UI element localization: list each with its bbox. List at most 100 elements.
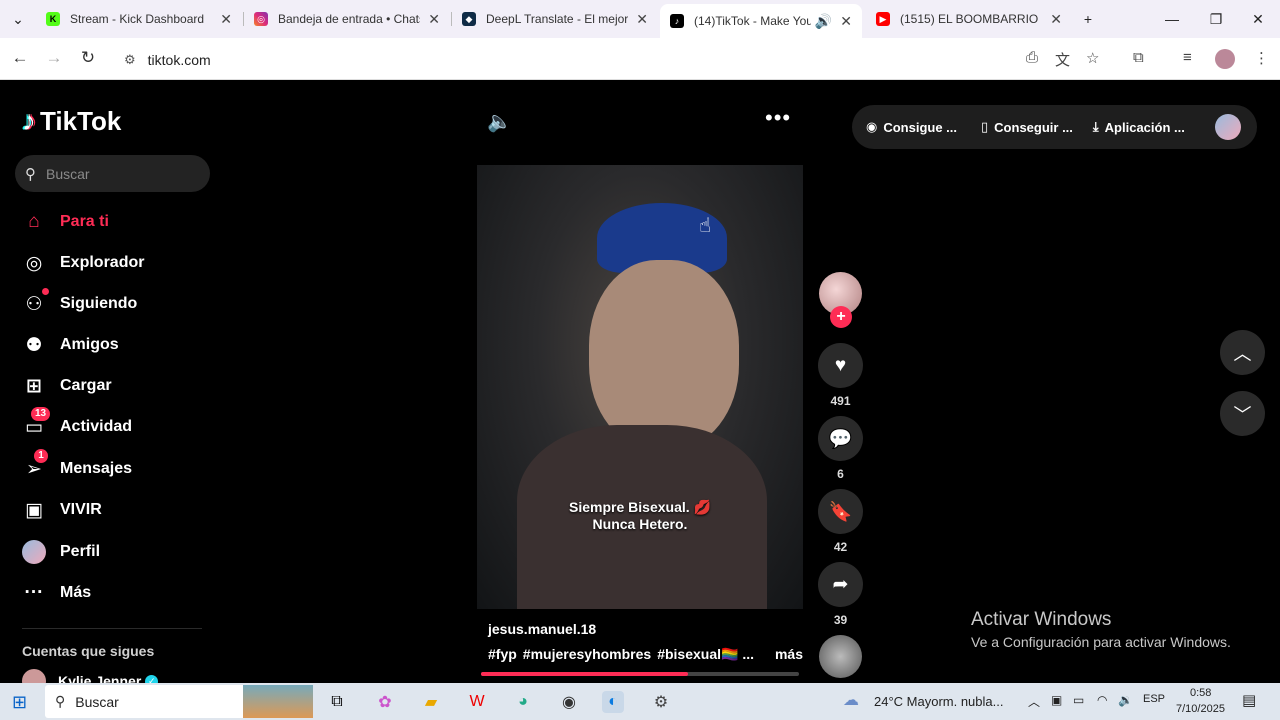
sidebar-item-amigos[interactable]: ⚉ Amigos bbox=[22, 330, 118, 360]
tab-youtube[interactable]: ▶ (1515) EL BOOMBARRIO DE ✕ bbox=[866, 4, 1072, 34]
hashtag-link[interactable]: #mujeresyhombres bbox=[523, 646, 651, 663]
close-icon[interactable]: ✕ bbox=[636, 11, 648, 28]
search-input[interactable] bbox=[46, 165, 186, 182]
get-app-button[interactable]: ▯ Conseguir ... bbox=[981, 119, 1073, 135]
back-icon[interactable]: ← bbox=[9, 48, 31, 68]
download-app-button[interactable]: ⤓ Aplicación ... bbox=[1093, 119, 1185, 135]
sidebar-item-perfil[interactable]: Perfil bbox=[22, 537, 100, 567]
more-description-link[interactable]: más bbox=[775, 646, 803, 663]
logo-text: TikTok bbox=[40, 105, 122, 136]
maximize-icon[interactable]: ❐ bbox=[1194, 0, 1238, 38]
new-tab-icon[interactable]: + bbox=[1066, 0, 1110, 38]
tab-deepl[interactable]: ◆ DeepL Translate - El mejor tr ✕ bbox=[452, 4, 658, 34]
tab-instagram[interactable]: ◎ Bandeja de entrada • Chats ✕ bbox=[244, 4, 450, 34]
sidebar-item-siguiendo[interactable]: ⚇ Siguiendo bbox=[22, 288, 137, 319]
profile-avatar bbox=[22, 540, 46, 564]
bookmark-icon: 🔖 bbox=[828, 501, 853, 523]
clock-date[interactable]: 7/10/2025 bbox=[1176, 703, 1225, 715]
wifi-icon[interactable]: ◠ bbox=[1097, 693, 1107, 707]
hashtag-link[interactable]: #fyp bbox=[488, 646, 517, 663]
profile-avatar[interactable] bbox=[1215, 114, 1241, 140]
profile-avatar[interactable] bbox=[1215, 49, 1235, 69]
sidebar-item-label: Mensajes bbox=[60, 460, 133, 477]
close-icon[interactable]: ✕ bbox=[1050, 11, 1062, 28]
obs-icon[interactable]: ◉ bbox=[558, 691, 580, 713]
edge-icon[interactable]: ◐ bbox=[602, 691, 624, 713]
task-view-icon[interactable]: ⧉ bbox=[326, 691, 348, 713]
bookmark-star-icon[interactable]: ☆ bbox=[1086, 49, 1099, 67]
sidebar-item-para-ti[interactable]: ⌂ Para ti bbox=[22, 207, 109, 237]
video-player[interactable]: Siempre Bisexual. 💋 Nunca Hetero. ☝ bbox=[477, 165, 803, 609]
activation-watermark-text: Ve a Configuración para activar Windows. bbox=[971, 634, 1231, 650]
following-account[interactable]: Kylie Jenner ✓ bbox=[22, 669, 159, 683]
sidebar-item-mensajes[interactable]: ➢ 1 Mensajes bbox=[22, 449, 133, 484]
video-username[interactable]: jesus.manuel.18 bbox=[488, 621, 596, 637]
hashtag-link[interactable]: #bisexual🏳️‍🌈 ... bbox=[657, 646, 754, 663]
tab-search-icon[interactable]: ⌄ bbox=[0, 0, 36, 38]
copilot-icon[interactable]: ✿ bbox=[374, 691, 396, 713]
tray-chevron-up-icon[interactable]: ︿ bbox=[1028, 693, 1040, 710]
more-icon: ··· bbox=[24, 582, 44, 603]
minimize-icon[interactable]: — bbox=[1150, 0, 1194, 38]
next-video-button[interactable]: ﹀ bbox=[1220, 391, 1265, 436]
chevron-down-icon: ﹀ bbox=[1233, 404, 1252, 425]
tab-tiktok[interactable]: ♪ (14)TikTok - Make Your D 🔊 ✕ bbox=[660, 4, 862, 38]
chrome-icon[interactable]: ◕ bbox=[512, 691, 534, 713]
extensions-icon[interactable]: ⧉ bbox=[1133, 49, 1144, 66]
sidebar-item-label: Para ti bbox=[60, 213, 109, 230]
button-label: Aplicación ... bbox=[1104, 119, 1185, 135]
tab-kick[interactable]: K Stream - Kick Dashboard ✕ bbox=[36, 4, 242, 34]
follow-plus-button[interactable]: + bbox=[830, 306, 852, 328]
weather-text[interactable]: 24°C Mayorm. nubla... bbox=[874, 694, 1003, 709]
file-explorer-icon[interactable]: ▰ bbox=[420, 691, 442, 713]
close-icon[interactable]: ✕ bbox=[428, 11, 440, 28]
sidebar-item-actividad[interactable]: ▭ 13 Actividad bbox=[22, 407, 133, 442]
url-text[interactable]: tiktok.com bbox=[148, 52, 211, 68]
office-icon[interactable]: W bbox=[466, 691, 488, 713]
volume-icon[interactable]: 🔈 bbox=[487, 109, 512, 134]
sidebar-item-explorador[interactable]: ◎ Explorador bbox=[22, 248, 145, 278]
save-button[interactable]: 🔖 bbox=[818, 489, 863, 534]
speaker-icon[interactable]: 🔉 bbox=[1118, 693, 1133, 707]
music-disc-icon[interactable] bbox=[819, 635, 862, 678]
previous-video-button[interactable]: ︿ bbox=[1220, 330, 1265, 375]
menu-icon[interactable]: ⋮ bbox=[1254, 49, 1269, 67]
tiktok-logo[interactable]: ♪ TikTok bbox=[22, 105, 121, 137]
site-info-icon[interactable]: ⚙ bbox=[124, 52, 136, 68]
reload-icon[interactable]: ↻ bbox=[77, 48, 99, 68]
kick-icon: K bbox=[46, 12, 60, 26]
media-control-icon[interactable]: ≡ bbox=[1183, 49, 1192, 66]
tray-app-icon[interactable]: ▣ bbox=[1051, 693, 1062, 707]
windows-start-icon[interactable]: ⊞ bbox=[12, 692, 27, 713]
speaker-icon[interactable]: 🔊 bbox=[815, 13, 832, 30]
window-close-icon[interactable]: ✕ bbox=[1236, 0, 1280, 38]
forward-icon[interactable]: → bbox=[43, 48, 65, 68]
notifications-icon[interactable]: ▤ bbox=[1242, 691, 1256, 709]
comment-button[interactable]: 💬 bbox=[818, 416, 863, 461]
get-coins-button[interactable]: ◉ Consigue ... bbox=[866, 119, 957, 135]
avatar bbox=[22, 669, 46, 683]
install-app-icon[interactable]: ⎙ bbox=[1026, 49, 1038, 66]
url-field[interactable]: ⚙ tiktok.com bbox=[120, 45, 1015, 75]
close-icon[interactable]: ✕ bbox=[840, 13, 852, 30]
language-indicator[interactable]: ESP bbox=[1143, 693, 1165, 705]
sidebar-item-cargar[interactable]: ⊞ Cargar bbox=[22, 371, 112, 401]
download-icon: ⤓ bbox=[1092, 119, 1099, 134]
taskbar-search[interactable]: ⚲ Buscar bbox=[45, 685, 313, 718]
translate-icon[interactable]: 文 bbox=[1055, 49, 1070, 70]
video-progress-bar[interactable] bbox=[481, 672, 799, 676]
sidebar-item-label: Actividad bbox=[60, 418, 133, 435]
clock-time[interactable]: 0:58 bbox=[1190, 687, 1211, 699]
sidebar-item-label: Explorador bbox=[60, 254, 145, 271]
like-button[interactable]: ♥ bbox=[818, 343, 863, 388]
like-count: 491 bbox=[830, 394, 851, 408]
phone-icon: ▯ bbox=[981, 119, 989, 134]
search-box[interactable]: ⚲ bbox=[15, 155, 210, 192]
battery-icon[interactable]: ▭ bbox=[1073, 693, 1084, 707]
sidebar-item-mas[interactable]: ··· Más bbox=[22, 578, 92, 608]
more-options-icon[interactable]: ••• bbox=[765, 105, 791, 131]
settings-gear-icon[interactable]: ⚙ bbox=[650, 691, 672, 713]
sidebar-item-vivir[interactable]: ▣ VIVIR bbox=[22, 495, 102, 525]
share-button[interactable]: ➦ bbox=[818, 562, 863, 607]
close-icon[interactable]: ✕ bbox=[220, 11, 232, 28]
